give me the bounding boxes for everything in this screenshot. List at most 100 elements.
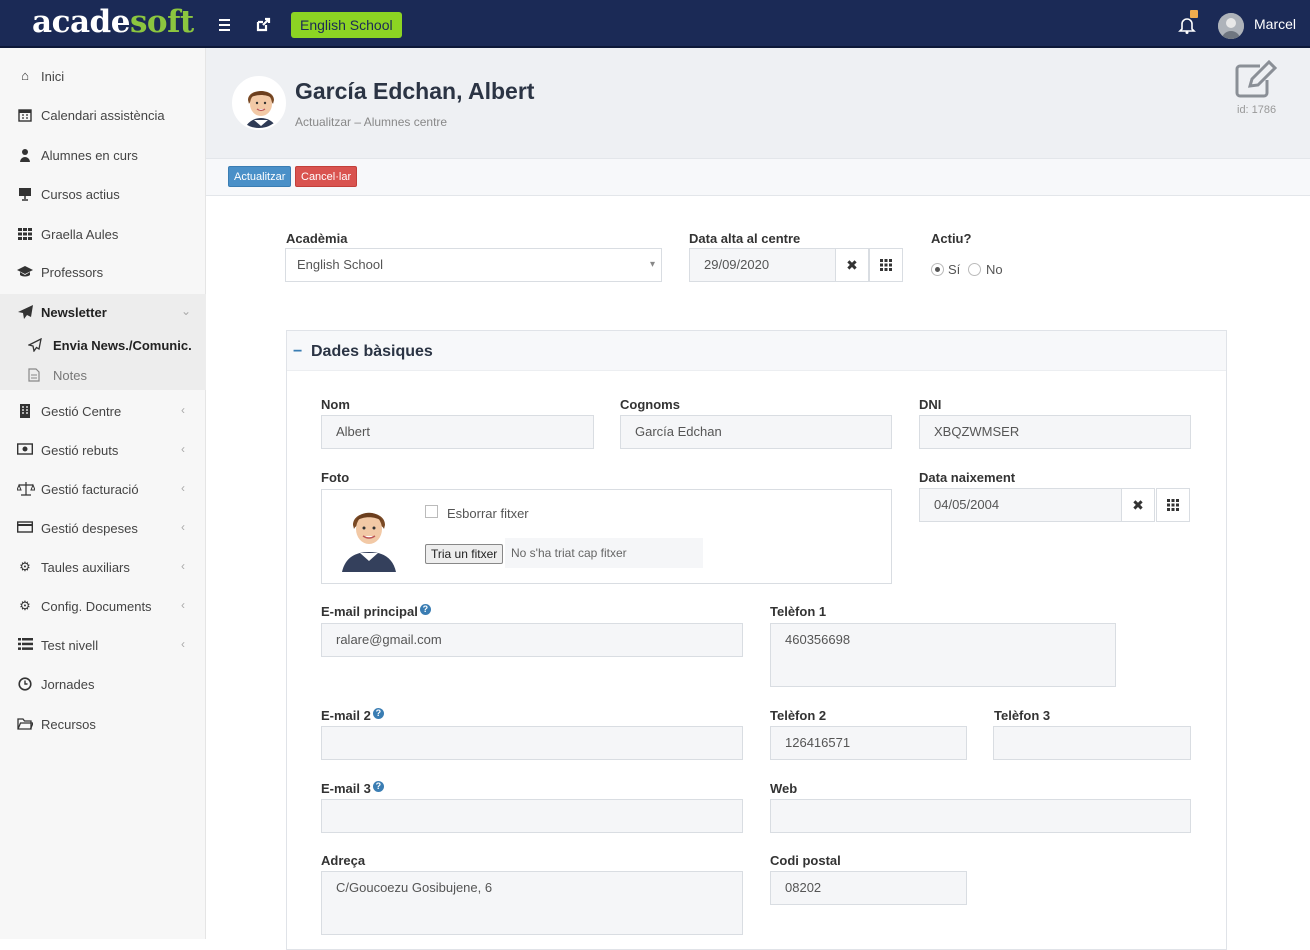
sidebar-item-label: Test nivell (41, 638, 99, 653)
sidebar-item-level-test[interactable]: Test nivell ‹ (0, 627, 206, 663)
sidebar-item-center[interactable]: Gestió Centre ‹ (0, 393, 206, 429)
surname-input[interactable]: García Edchan (620, 415, 892, 449)
sidebar-item-resources[interactable]: Recursos (0, 706, 206, 742)
phone3-label: Telèfon 3 (994, 708, 1051, 723)
chevron-left-icon: ‹ (181, 637, 185, 651)
sidebar-item-billing[interactable]: Gestió facturació ‹ (0, 471, 206, 507)
enrollment-date-input[interactable]: 29/09/2020 (689, 248, 836, 282)
user-avatar[interactable] (1218, 13, 1244, 39)
record-id: id: 1786 (1237, 104, 1277, 116)
email3-input[interactable] (321, 799, 743, 833)
action-bar (206, 158, 1310, 196)
logo-text-part1: acade (32, 4, 130, 40)
first-name-label: Nom (321, 397, 350, 412)
chevron-left-icon: ‹ (181, 442, 185, 456)
sidebar-subitem-notes[interactable]: Notes (0, 360, 206, 390)
sidebar-item-config-docs[interactable]: ⚙ Config. Documents ‹ (0, 588, 206, 624)
active-no-label: No (986, 262, 1003, 277)
phone2-label: Telèfon 2 (770, 708, 827, 723)
sidebar-item-inici[interactable]: ⌂ Inici (0, 58, 206, 94)
birth-date-input[interactable]: 04/05/2004 (919, 488, 1122, 522)
calendar-grid-icon[interactable] (869, 248, 903, 282)
phone3-input[interactable] (993, 726, 1191, 760)
active-yes-radio[interactable] (931, 263, 944, 276)
email2-label: E-mail 2? (321, 708, 384, 723)
sidebar-item-courses[interactable]: Cursos actius (0, 176, 206, 212)
active-no-radio[interactable] (968, 263, 981, 276)
notification-badge (1190, 10, 1198, 18)
help-icon[interactable]: ? (372, 708, 384, 719)
sidebar-item-label: Jornades (41, 677, 95, 692)
file-icon (28, 368, 42, 382)
calendar-icon (17, 108, 33, 122)
enrollment-date-label: Data alta al centre (689, 231, 801, 246)
sidebar-item-label: Graella Aules (41, 227, 119, 242)
email2-input[interactable] (321, 726, 743, 760)
sidebar-item-label: Recursos (41, 717, 96, 732)
email3-label-text: E-mail 3 (321, 781, 371, 796)
email-main-label: E-mail principal? (321, 604, 431, 619)
sidebar-item-label: Gestió facturació (41, 482, 139, 497)
dni-input[interactable]: XBQZWMSER (919, 415, 1191, 449)
sidebar-item-label: Cursos actius (41, 187, 120, 202)
help-icon[interactable]: ? (419, 604, 431, 615)
choose-file-button[interactable]: Tria un fitxer (425, 544, 504, 564)
address-textarea[interactable]: C/Goucoezu Gosibujene, 6 (321, 871, 743, 935)
sidebar-item-calendar[interactable]: Calendari assistència (0, 97, 206, 133)
grid-icon (17, 227, 33, 241)
postal-code-input[interactable]: 08202 (770, 871, 967, 905)
phone1-textarea[interactable]: 460356698 (770, 623, 1116, 687)
delete-file-label: Esborrar fitxer (447, 506, 529, 521)
external-link-icon[interactable] (252, 14, 274, 36)
hamburger-menu-icon[interactable] (214, 14, 236, 36)
building-icon (17, 404, 33, 418)
first-name-input[interactable]: Albert (321, 415, 594, 449)
folder-icon (17, 717, 34, 731)
cancel-button[interactable]: Cancel·lar (295, 166, 358, 187)
clock-icon (17, 677, 33, 691)
school-selector-badge[interactable]: English School (291, 12, 402, 38)
email3-label: E-mail 3? (321, 781, 384, 796)
help-icon[interactable]: ? (372, 781, 384, 792)
sidebar-item-label: Alumnes en curs (41, 148, 138, 163)
paper-plane-icon (17, 305, 33, 319)
file-status-text: No s'ha triat cap fitxer (511, 546, 627, 560)
sidebar-item-label: Calendari assistència (41, 108, 165, 123)
email-main-input[interactable]: ralare@gmail.com (321, 623, 743, 657)
user-name[interactable]: Marcel (1254, 16, 1296, 32)
sidebar-item-expenses[interactable]: Gestió despeses ‹ (0, 510, 206, 546)
clear-birth-date-icon[interactable]: ✖ (1121, 488, 1155, 522)
chevron-left-icon: ‹ (181, 520, 185, 534)
sidebar-item-newsletter[interactable]: Newsletter ⌄ (0, 294, 206, 330)
app-logo[interactable]: acadesoft (32, 4, 194, 40)
sidebar-item-aux-tables[interactable]: ⚙ Taules auxiliars ‹ (0, 549, 206, 585)
balance-scale-icon (16, 482, 36, 496)
web-input[interactable] (770, 799, 1191, 833)
sidebar-item-receipts[interactable]: Gestió rebuts ‹ (0, 432, 206, 468)
academy-select[interactable]: English School ▾ (285, 248, 662, 282)
birth-calendar-grid-icon[interactable] (1156, 488, 1190, 522)
phone2-input[interactable]: 126416571 (770, 726, 967, 760)
sidebar-item-sessions[interactable]: Jornades (0, 666, 206, 702)
chevron-left-icon: ‹ (181, 598, 185, 612)
update-button[interactable]: Actualitzar (228, 166, 292, 187)
file-status-field: No s'ha triat cap fitxer (505, 538, 703, 568)
bell-icon[interactable] (1177, 15, 1197, 35)
chevron-left-icon: ‹ (181, 403, 185, 417)
clear-date-icon[interactable]: ✖ (835, 248, 869, 282)
collapse-icon[interactable]: − (293, 343, 302, 361)
edit-icon (1234, 59, 1278, 100)
sidebar-item-classrooms[interactable]: Graella Aules (0, 216, 206, 252)
chevron-left-icon: ‹ (181, 481, 185, 495)
delete-file-checkbox[interactable] (425, 505, 438, 518)
dni-label: DNI (919, 397, 942, 412)
birth-date-label: Data naixement (919, 470, 1016, 485)
money-icon (16, 443, 34, 457)
sidebar-item-students[interactable]: Alumnes en curs (0, 137, 206, 173)
phone1-label: Telèfon 1 (770, 604, 827, 619)
sidebar-subitem-send-news[interactable]: Envia News./Comunic. (0, 330, 206, 360)
home-icon: ⌂ (21, 68, 29, 83)
presentation-icon (17, 187, 33, 201)
sidebar-item-teachers[interactable]: Professors (0, 254, 206, 290)
sidebar-item-label: Gestió despeses (41, 521, 138, 536)
